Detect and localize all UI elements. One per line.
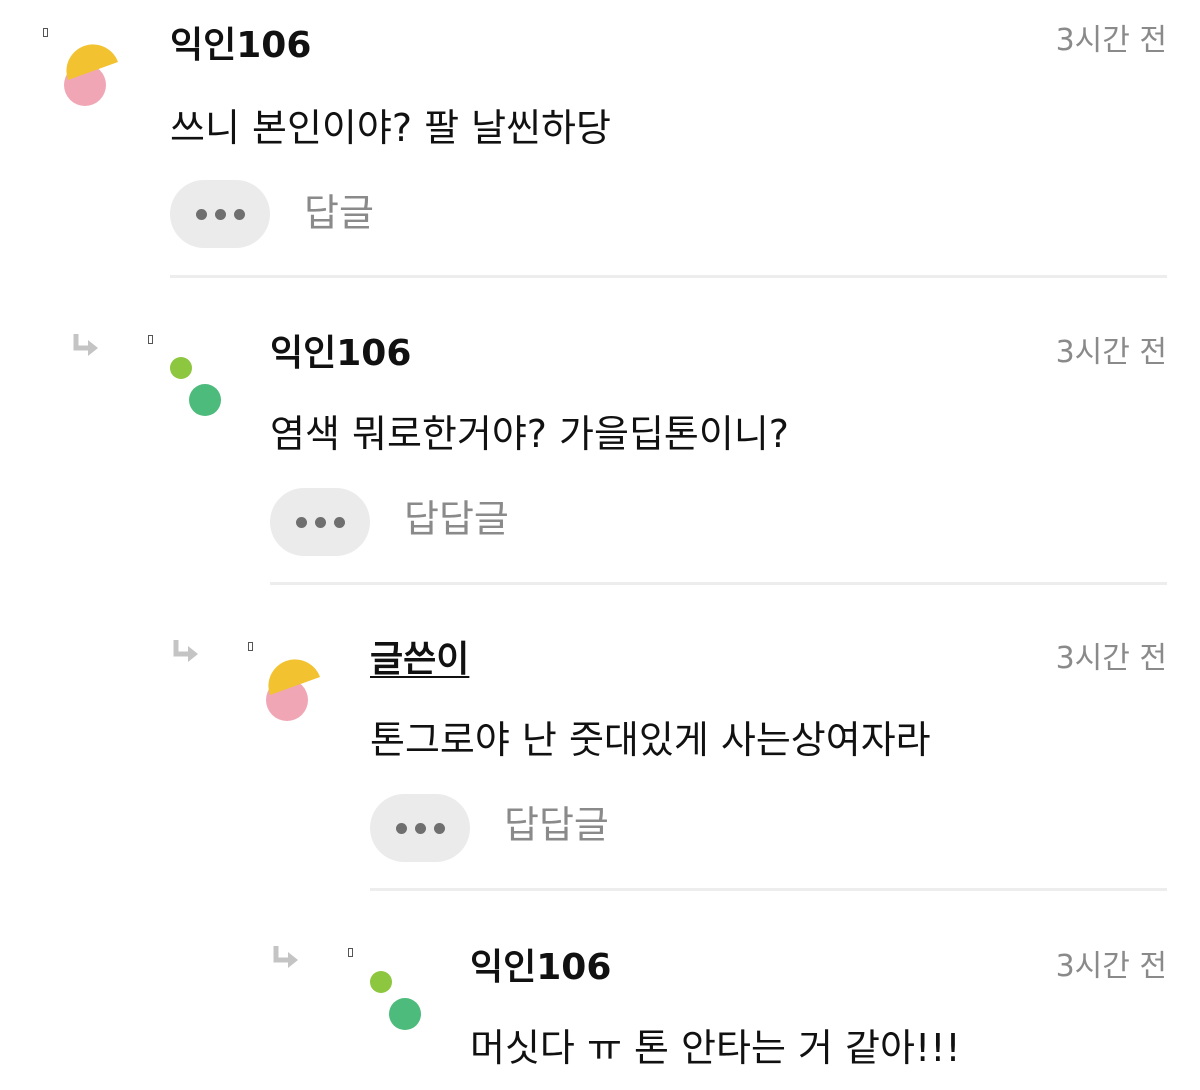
author-nickname[interactable]: 글쓴이 xyxy=(370,642,469,678)
marker-icon xyxy=(248,642,253,651)
divider xyxy=(370,888,1167,891)
dot-icon xyxy=(295,516,307,528)
comment-text: 쓰니 본인이야? 팔 날씬하당 xyxy=(170,106,611,150)
dot-icon xyxy=(414,822,426,834)
comment-nickname[interactable]: 익인106 xyxy=(170,28,311,64)
divider xyxy=(270,582,1167,585)
avatar-green-dots-icon xyxy=(170,357,221,416)
reply-button[interactable]: 답답글 xyxy=(504,806,609,844)
comment-timestamp: 3시간 전 xyxy=(1055,335,1167,370)
divider xyxy=(170,275,1167,278)
dot-icon xyxy=(214,208,226,220)
comment-text: 톤그로야 난 줏대있게 사는상여자라 xyxy=(370,718,931,762)
more-options-button[interactable] xyxy=(170,180,270,248)
dot-icon xyxy=(333,516,345,528)
dot-icon xyxy=(395,822,407,834)
comment-text: 염색 뭐로한거야? 가을딥톤이니? xyxy=(270,412,789,456)
dot-icon xyxy=(195,208,207,220)
more-options-button[interactable] xyxy=(270,488,370,556)
comment-timestamp: 3시간 전 xyxy=(1055,949,1167,984)
comment-nickname[interactable]: 익인106 xyxy=(470,950,611,986)
more-options-button[interactable] xyxy=(370,794,470,862)
reply-button[interactable]: 답글 xyxy=(304,194,374,232)
dot-icon xyxy=(314,516,326,528)
marker-icon xyxy=(348,948,353,957)
comment-nickname[interactable]: 익인106 xyxy=(270,336,411,372)
reply-arrow-icon xyxy=(73,334,98,356)
dot-icon xyxy=(433,822,445,834)
dot-icon xyxy=(233,208,245,220)
avatar-yellow-pink-icon xyxy=(266,659,320,721)
comment-timestamp: 3시간 전 xyxy=(1055,23,1167,58)
comment-timestamp: 3시간 전 xyxy=(1055,641,1167,676)
marker-icon xyxy=(148,335,153,344)
reply-arrow-icon xyxy=(173,640,198,662)
reply-button[interactable]: 답답글 xyxy=(404,500,509,538)
reply-arrow-icon xyxy=(273,946,298,968)
marker-icon xyxy=(43,28,48,37)
comment-text: 머싯다 ㅠ 톤 안타는 거 같아!!! xyxy=(470,1026,961,1070)
avatar-yellow-pink-icon xyxy=(64,44,118,106)
avatar-green-dots-icon xyxy=(370,971,421,1030)
